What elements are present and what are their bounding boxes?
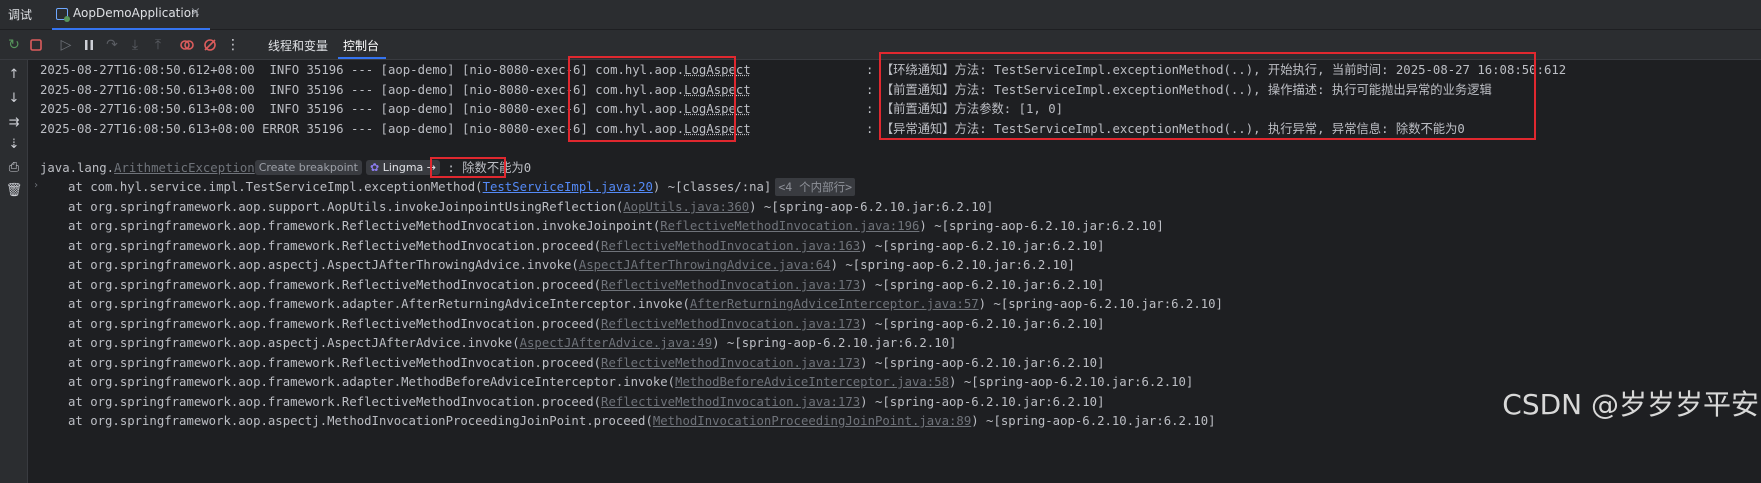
source-link[interactable]: ReflectiveMethodInvocation.java:173 bbox=[601, 395, 860, 409]
source-link[interactable]: MethodInvocationProceedingJoinPoint.java… bbox=[653, 414, 971, 428]
create-breakpoint-button[interactable]: Create breakpoint bbox=[254, 160, 362, 175]
frame-text: at org.springframework.aop.framework.ada… bbox=[68, 297, 690, 311]
console-output[interactable]: 2025-08-27T16:08:50.612+08:00 INFO 35196… bbox=[28, 52, 1761, 483]
soft-wrap-icon[interactable]: ⇉ bbox=[5, 114, 23, 132]
stack-frame: at org.springframework.aop.aspectj.Aspec… bbox=[68, 256, 1075, 274]
internal-lines-fold[interactable]: <4 个内部行> bbox=[775, 178, 856, 196]
stack-frame: at org.springframework.aop.framework.Ref… bbox=[68, 276, 1104, 294]
tab-aop-demo-application[interactable]: AopDemoApplication × bbox=[52, 0, 210, 30]
frame-suffix: ) ~[spring-aop-6.2.10.jar:6.2.10] bbox=[949, 375, 1194, 389]
stack-frame: at org.springframework.aop.support.AopUt… bbox=[68, 198, 993, 216]
source-link[interactable]: TestServiceImpl.java:20 bbox=[483, 180, 653, 194]
stack-frame: at org.springframework.aop.framework.Ref… bbox=[68, 315, 1104, 333]
log-prefix: 2025-08-27T16:08:50.613+08:00 INFO 35196… bbox=[40, 83, 596, 97]
source-link[interactable]: ReflectiveMethodInvocation.java:163 bbox=[601, 239, 860, 253]
source-link[interactable]: AspectJAfterAdvice.java:49 bbox=[520, 336, 713, 350]
source-link[interactable]: ReflectiveMethodInvocation.java:173 bbox=[601, 356, 860, 370]
frame-text: at org.springframework.aop.framework.Ref… bbox=[68, 239, 602, 253]
frame-text: at org.springframework.aop.framework.Ref… bbox=[68, 395, 602, 409]
frame-suffix: ) ~[spring-aop-6.2.10.jar:6.2.10] bbox=[712, 336, 957, 350]
source-link[interactable]: AspectJAfterThrowingAdvice.java:64 bbox=[579, 258, 831, 272]
lingma-icon: ✿ bbox=[369, 161, 380, 174]
more-icon[interactable]: ⋮ bbox=[224, 36, 242, 54]
print-icon[interactable]: ⎙ bbox=[5, 159, 23, 177]
frame-text: at org.springframework.aop.framework.Ref… bbox=[68, 219, 661, 233]
step-into-icon[interactable]: ⤓ bbox=[126, 36, 144, 54]
frame-text: at org.springframework.aop.support.AopUt… bbox=[68, 200, 624, 214]
log-prefix: 2025-08-27T16:08:50.612+08:00 INFO 35196… bbox=[40, 63, 596, 77]
source-link[interactable]: AopUtils.java:360 bbox=[623, 200, 749, 214]
frame-suffix: ) ~[spring-aop-6.2.10.jar:6.2.10] bbox=[860, 278, 1105, 292]
step-out-icon[interactable]: ⤒ bbox=[149, 36, 167, 54]
source-link[interactable]: MethodBeforeAdviceInterceptor.java:58 bbox=[675, 375, 949, 389]
message-highlight-box bbox=[879, 52, 1536, 140]
source-link[interactable]: ReflectiveMethodInvocation.java:173 bbox=[601, 317, 860, 331]
rerun-icon[interactable]: ↻ bbox=[5, 36, 23, 54]
log-prefix: 2025-08-27T16:08:50.613+08:00 INFO 35196… bbox=[40, 102, 596, 116]
log-prefix: 2025-08-27T16:08:50.613+08:00 ERROR 3519… bbox=[40, 122, 596, 136]
frame-suffix: ) ~[spring-aop-6.2.10.jar:6.2.10] bbox=[830, 258, 1075, 272]
logger-highlight-box bbox=[568, 56, 736, 142]
tab-threads-variables[interactable]: 线程和变量 bbox=[268, 37, 328, 54]
stack-frame: at org.springframework.aop.framework.Ref… bbox=[68, 217, 1164, 235]
stack-frame: at org.springframework.aop.aspectj.Metho… bbox=[68, 412, 1216, 430]
stack-frame: at org.springframework.aop.aspectj.Aspec… bbox=[68, 334, 956, 352]
spring-app-icon bbox=[56, 8, 70, 22]
chevron-right-icon[interactable]: › bbox=[33, 180, 39, 191]
stop-icon[interactable] bbox=[27, 36, 45, 54]
frame-text: at org.springframework.aop.aspectj.Aspec… bbox=[68, 258, 579, 272]
lingma-button[interactable]: ✿ Lingma → bbox=[365, 160, 441, 175]
exception-class-link[interactable]: ArithmeticException bbox=[114, 161, 255, 175]
lingma-label: Lingma bbox=[382, 161, 424, 174]
trash-icon[interactable]: 🗑 bbox=[5, 182, 23, 200]
console-side-toolbar: ↑ ↓ ⇉ ⇣ ⎙ 🗑 bbox=[0, 60, 28, 483]
frame-suffix: ) ~[spring-aop-6.2.10.jar:6.2.10] bbox=[749, 200, 994, 214]
frame-text: at org.springframework.aop.framework.Ref… bbox=[68, 317, 602, 331]
tab-label: AopDemoApplication bbox=[73, 6, 199, 20]
frame-text: at org.springframework.aop.aspectj.Aspec… bbox=[68, 336, 520, 350]
active-tab-indicator bbox=[338, 57, 386, 59]
down-arrow-icon[interactable]: ↓ bbox=[5, 90, 23, 108]
frame-text: at com.hyl.service.impl.TestServiceImpl.… bbox=[68, 180, 483, 194]
stack-frame: at org.springframework.aop.framework.ada… bbox=[68, 295, 1223, 313]
frame-text: at org.springframework.aop.framework.ada… bbox=[68, 375, 676, 389]
up-arrow-icon[interactable]: ↑ bbox=[5, 66, 23, 84]
stack-frame: at org.springframework.aop.framework.Ref… bbox=[68, 354, 1104, 372]
source-link[interactable]: ReflectiveMethodInvocation.java:196 bbox=[660, 219, 919, 233]
resume-icon[interactable]: ▷ bbox=[57, 36, 75, 54]
frame-text: at org.springframework.aop.framework.Ref… bbox=[68, 356, 602, 370]
watermark: CSDN @岁岁岁平安 bbox=[1502, 388, 1759, 421]
step-over-icon[interactable]: ↷ bbox=[103, 36, 121, 54]
tool-window-header: 调试 AopDemoApplication × bbox=[0, 0, 1761, 30]
frame-suffix: ) ~[spring-aop-6.2.10.jar:6.2.10] bbox=[860, 239, 1105, 253]
frame-suffix: ) ~[spring-aop-6.2.10.jar:6.2.10] bbox=[860, 395, 1105, 409]
tab-console[interactable]: 控制台 bbox=[343, 37, 379, 54]
mute-breakpoints-icon[interactable] bbox=[201, 36, 219, 54]
stack-frame: at org.springframework.aop.framework.Ref… bbox=[68, 393, 1104, 411]
stack-frame: at com.hyl.service.impl.TestServiceImpl.… bbox=[68, 178, 856, 196]
frame-suffix: ) ~[classes/:na] bbox=[652, 180, 772, 194]
exception-message-highlight-box bbox=[430, 157, 506, 178]
frame-text: at org.springframework.aop.aspectj.Metho… bbox=[68, 414, 653, 428]
frame-suffix: ) ~[spring-aop-6.2.10.jar:6.2.10] bbox=[860, 317, 1105, 331]
debug-title: 调试 bbox=[8, 8, 33, 22]
close-tab-icon[interactable]: × bbox=[190, 5, 201, 20]
source-link[interactable]: AfterReturningAdviceInterceptor.java:57 bbox=[690, 297, 979, 311]
source-link[interactable]: ReflectiveMethodInvocation.java:173 bbox=[601, 278, 860, 292]
stack-frame: at org.springframework.aop.framework.Ref… bbox=[68, 237, 1104, 255]
view-breakpoints-icon[interactable] bbox=[178, 36, 196, 54]
frame-suffix: ) ~[spring-aop-6.2.10.jar:6.2.10] bbox=[971, 414, 1216, 428]
pause-icon[interactable] bbox=[80, 36, 98, 54]
frame-text: at org.springframework.aop.framework.Ref… bbox=[68, 278, 602, 292]
stack-frame: at org.springframework.aop.framework.ada… bbox=[68, 373, 1193, 391]
exception-package: java.lang. bbox=[40, 161, 115, 175]
frame-suffix: ) ~[spring-aop-6.2.10.jar:6.2.10] bbox=[919, 219, 1164, 233]
frame-suffix: ) ~[spring-aop-6.2.10.jar:6.2.10] bbox=[860, 356, 1105, 370]
scroll-to-end-icon[interactable]: ⇣ bbox=[5, 136, 23, 154]
frame-suffix: ) ~[spring-aop-6.2.10.jar:6.2.10] bbox=[978, 297, 1223, 311]
